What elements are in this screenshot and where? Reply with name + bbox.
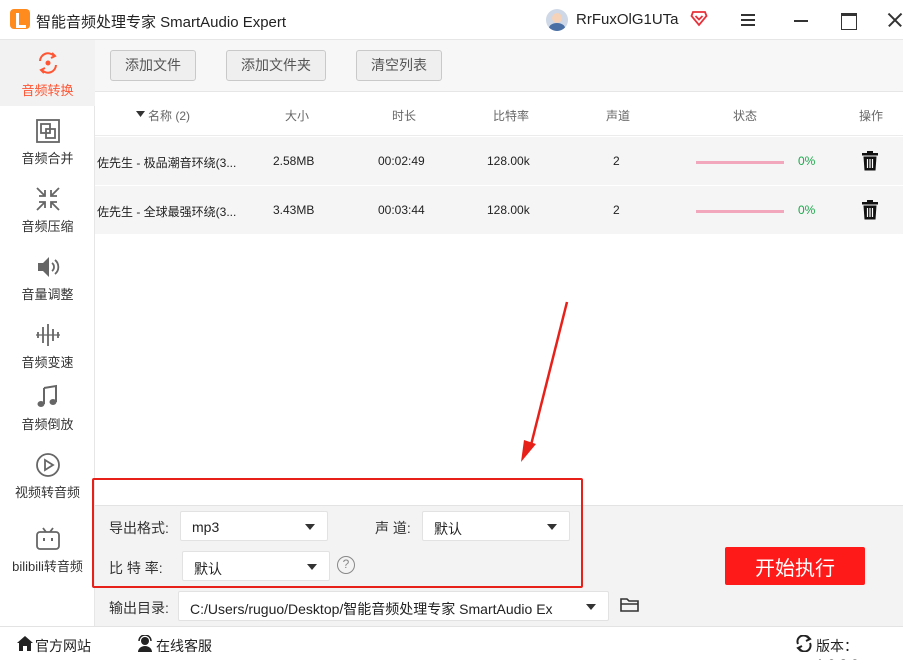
column-header-actions: 操作 — [859, 109, 884, 123]
sidebar-item-audio-speed[interactable]: 音频变速 — [0, 312, 95, 378]
column-header-duration: 时长 — [392, 109, 417, 123]
minimize-button[interactable] — [786, 6, 816, 34]
sidebar-item-audio-merge[interactable]: 音频合并 — [0, 108, 95, 174]
progress-percent: 0% — [798, 203, 816, 217]
column-header-size: 大小 — [285, 109, 310, 123]
menu-icon[interactable] — [733, 6, 763, 34]
file-duration: 00:03:44 — [378, 203, 425, 217]
file-name: 佐先生 - 全球最强环绕(3... — [97, 205, 237, 219]
column-header-status: 状态 — [733, 109, 758, 123]
file-bitrate: 128.00k — [487, 154, 530, 168]
sidebar-item-label: bilibili转音频 — [12, 559, 83, 574]
online-support-link[interactable]: 在线客服 — [156, 636, 212, 656]
sidebar-item-audio-compress[interactable]: 音频压缩 — [0, 176, 95, 242]
output-dir-value: C:/Users/ruguo/Desktop/智能音频处理专家 SmartAud… — [190, 601, 553, 617]
sidebar: 音频转换 音频合并 音频压缩 音量调整 音频变速 音频倒放 视频转音频 bili… — [0, 40, 95, 626]
chevron-down-icon — [586, 604, 596, 610]
column-header-channels: 声道 — [606, 109, 631, 123]
file-duration: 00:02:49 — [378, 154, 425, 168]
volume-icon — [37, 257, 59, 277]
toolbar: 添加文件 添加文件夹 清空列表 — [95, 40, 903, 92]
file-table-header: 名称 (2) 大小 时长 比特率 声道 状态 操作 — [95, 92, 903, 136]
file-size: 2.58MB — [273, 154, 315, 168]
user-name[interactable]: RrFuxOlG1UTa — [576, 11, 679, 28]
sidebar-item-bilibili[interactable]: bilibili转音频 — [0, 516, 95, 582]
status-bar: 官方网站 在线客服 版本： 1.0.2.0 — [0, 626, 903, 660]
app-title: 智能音频处理专家 SmartAudio Expert — [36, 14, 287, 31]
output-dir-select[interactable]: C:/Users/ruguo/Desktop/智能音频处理专家 SmartAud… — [178, 591, 609, 621]
close-button[interactable] — [880, 6, 903, 34]
maximize-button[interactable] — [833, 6, 863, 34]
bilibili-icon — [35, 527, 60, 550]
trash-icon[interactable] — [861, 151, 879, 171]
title-bar: 智能音频处理专家 SmartAudio Expert RrFuxOlG1UTa — [0, 0, 903, 40]
sidebar-item-volume[interactable]: 音量调整 — [0, 244, 95, 310]
video-play-icon — [35, 453, 60, 477]
refresh-icon[interactable] — [795, 635, 813, 652]
table-row[interactable]: 佐先生 - 极品潮音环绕(3... 2.58MB 00:02:49 128.00… — [95, 137, 903, 185]
avatar[interactable] — [546, 9, 568, 31]
progress-bar — [696, 161, 784, 164]
audio-merge-icon — [35, 119, 60, 143]
sidebar-item-video-to-audio[interactable]: 视频转音频 — [0, 442, 95, 508]
file-name: 佐先生 - 极品潮音环绕(3... — [97, 156, 237, 170]
sidebar-item-label: 音量调整 — [21, 287, 74, 302]
sidebar-item-label: 音频压缩 — [21, 219, 74, 234]
file-size: 3.43MB — [273, 203, 315, 217]
clear-list-button[interactable]: 清空列表 — [356, 50, 442, 81]
official-website-link[interactable]: 官方网站 — [35, 636, 91, 656]
sidebar-item-audio-reverse[interactable]: 音频倒放 — [0, 374, 95, 440]
start-button[interactable]: 开始执行 — [725, 547, 865, 585]
app-logo-icon — [10, 9, 30, 29]
sidebar-item-label: 音频转换 — [21, 83, 74, 98]
output-dir-label: 输出目录: — [109, 600, 169, 616]
column-header-name[interactable]: 名称 (2) — [148, 107, 190, 124]
progress-percent: 0% — [798, 154, 816, 168]
vip-diamond-icon[interactable] — [690, 9, 708, 27]
add-folder-button[interactable]: 添加文件夹 — [226, 50, 326, 81]
file-channels: 2 — [613, 154, 620, 168]
sidebar-item-label: 音频合并 — [21, 151, 74, 166]
trash-icon[interactable] — [861, 200, 879, 220]
sidebar-item-label: 视频转音频 — [14, 485, 80, 500]
sort-caret-icon[interactable] — [136, 111, 145, 118]
audio-compress-icon — [35, 187, 60, 211]
sidebar-item-audio-convert[interactable]: 音频转换 — [0, 40, 95, 106]
annotation-highlight-box — [92, 478, 583, 588]
add-file-button[interactable]: 添加文件 — [110, 50, 196, 81]
audio-speed-icon — [35, 324, 60, 346]
column-header-bitrate: 比特率 — [493, 109, 530, 123]
audio-convert-icon — [38, 52, 57, 74]
folder-icon[interactable] — [620, 597, 640, 613]
sidebar-item-label: 音频倒放 — [21, 417, 74, 432]
music-note-icon — [37, 384, 57, 407]
customer-service-icon — [138, 635, 152, 652]
table-row[interactable]: 佐先生 - 全球最强环绕(3... 3.43MB 00:03:44 128.00… — [95, 186, 903, 234]
home-icon — [17, 636, 33, 651]
file-bitrate: 128.00k — [487, 203, 530, 217]
progress-bar — [696, 210, 784, 213]
version-label: 版本： 1.0.2.0 — [816, 638, 859, 660]
sidebar-item-label: 音频变速 — [21, 355, 74, 370]
file-channels: 2 — [613, 203, 620, 217]
